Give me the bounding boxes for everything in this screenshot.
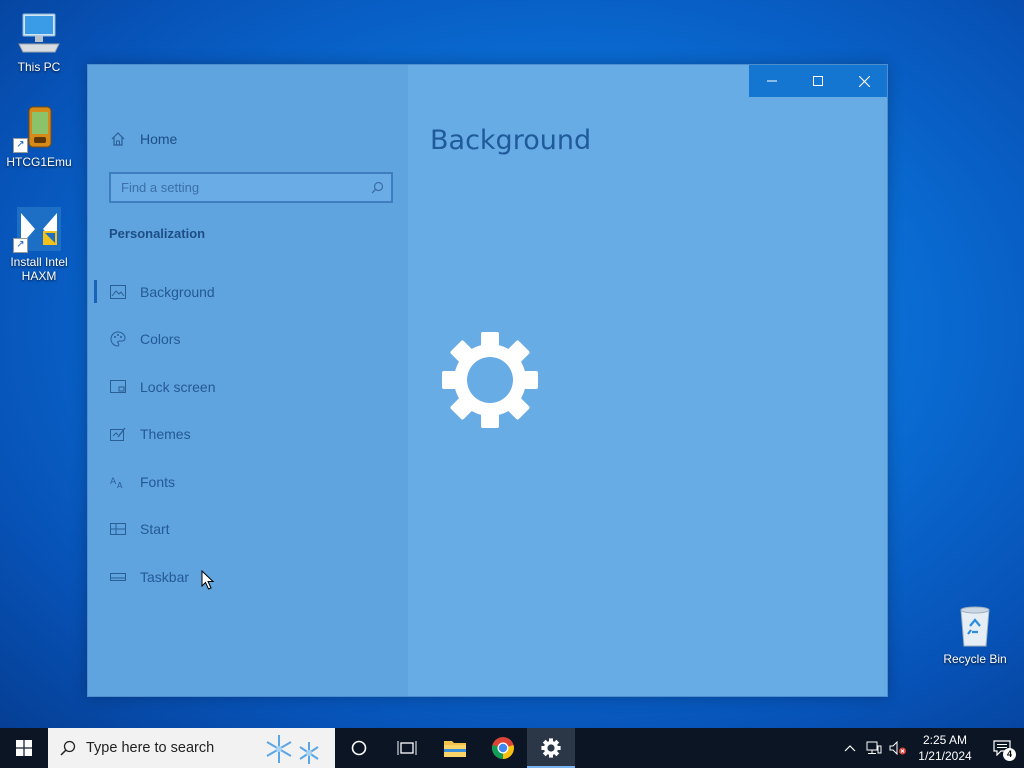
find-setting-search[interactable]: [109, 172, 393, 203]
taskbar-search-placeholder: Type here to search: [86, 740, 215, 756]
installer-icon: ↗: [13, 205, 63, 253]
nav-item-label: Start: [140, 521, 170, 538]
settings-window: Home Personalization Background: [87, 64, 888, 697]
settings-gear-icon: [541, 738, 561, 758]
desktop-icon-label: This PC: [17, 60, 61, 74]
clock-date: 1/21/2024: [918, 749, 972, 763]
window-title-controls: [749, 65, 887, 97]
find-setting-input[interactable]: [111, 179, 367, 196]
search-icon: [60, 740, 76, 756]
nav-item-label: Themes: [140, 426, 191, 443]
settings-gear-icon: [440, 330, 540, 435]
nav-item-label: Colors: [140, 331, 181, 348]
nav-item-themes[interactable]: Themes: [88, 411, 408, 459]
action-center-button[interactable]: 4: [980, 728, 1024, 768]
minimize-button[interactable]: [749, 65, 795, 97]
fonts-icon: AA: [109, 473, 127, 491]
start-button[interactable]: [0, 728, 48, 768]
desktop-icon-label: HTCG1Emu: [6, 155, 72, 169]
nav-item-label: Taskbar: [140, 568, 190, 585]
minimize-icon: [767, 80, 777, 82]
chrome-icon: [492, 737, 514, 759]
nav-item-label: Lock screen: [140, 378, 216, 395]
nav-item-colors[interactable]: Colors: [88, 316, 408, 364]
nav-item-label: Background: [140, 283, 215, 300]
windows-logo-icon: [16, 740, 32, 756]
nav-item-lock-screen[interactable]: Lock screen: [88, 363, 408, 411]
nav-item-background[interactable]: Background: [88, 268, 408, 316]
task-view-icon: [397, 741, 417, 755]
cortana-circle-icon: [351, 740, 367, 756]
phone-emulator-icon: ↗: [13, 105, 63, 153]
start-icon: [109, 520, 127, 538]
desktop-icon-label: Install Intel HAXM: [10, 255, 68, 283]
system-tray: 2:25 AM 1/21/2024 4: [838, 728, 1024, 768]
desktop-icon-label: Recycle Bin: [943, 652, 1007, 666]
svg-text:A: A: [117, 481, 123, 489]
clock-time: 2:25 AM: [922, 733, 968, 747]
settings-main-pane: Background: [408, 65, 887, 696]
svg-text:A: A: [110, 477, 117, 487]
section-title: Personalization: [109, 226, 206, 241]
desktop-icon-install-intel-haxm[interactable]: ↗ Install Intel HAXM: [1, 205, 77, 283]
nav-item-fonts[interactable]: AA Fonts: [88, 458, 408, 506]
notification-count-badge: 4: [1003, 748, 1016, 761]
shortcut-arrow-icon: ↗: [13, 238, 28, 253]
nav-item-taskbar[interactable]: Taskbar: [88, 553, 408, 601]
settings-taskbar-button[interactable]: [527, 728, 575, 768]
network-button[interactable]: [862, 728, 886, 768]
lock-screen-icon: [109, 378, 127, 396]
page-title: Background: [430, 125, 592, 156]
home-label: Home: [140, 131, 178, 147]
nav-item-start[interactable]: Start: [88, 506, 408, 554]
computer-icon: [15, 10, 63, 58]
desktop-icon-recycle-bin[interactable]: Recycle Bin: [937, 602, 1013, 666]
chrome-button[interactable]: [479, 728, 527, 768]
search-icon: [367, 181, 387, 194]
taskbar: Type here to search 2:25 AM 1/21/2024 4: [0, 728, 1024, 768]
volume-button[interactable]: [886, 728, 910, 768]
home-icon: [111, 132, 125, 146]
shortcut-arrow-icon: ↗: [13, 138, 28, 153]
volume-muted-icon: [889, 741, 906, 755]
snowflake-icon: [263, 732, 327, 768]
mouse-cursor-icon: [201, 569, 215, 596]
home-nav-item[interactable]: Home: [110, 131, 177, 147]
file-explorer-button[interactable]: [431, 728, 479, 768]
nav-item-label: Fonts: [140, 473, 176, 490]
maximize-icon: [813, 76, 823, 86]
desktop-icon-this-pc[interactable]: This PC: [1, 10, 77, 74]
maximize-button[interactable]: [795, 65, 841, 97]
settings-sidebar: Home Personalization Background: [88, 65, 408, 696]
network-icon: [866, 741, 882, 754]
show-hidden-icons-button[interactable]: [838, 728, 862, 768]
palette-icon: [109, 330, 127, 348]
desktop: This PC ↗ HTCG1Emu ↗ Install Intel HAXM: [0, 0, 1024, 728]
taskbar-search-box[interactable]: Type here to search: [48, 728, 335, 768]
picture-icon: [109, 283, 127, 301]
personalization-nav-list: Background Colors Lock screen Themes A A…: [88, 268, 408, 601]
themes-icon: [109, 425, 127, 443]
chevron-up-icon: [844, 745, 856, 752]
folder-icon: [444, 741, 466, 757]
task-view-button[interactable]: [383, 728, 431, 768]
clock[interactable]: 2:25 AM 1/21/2024: [910, 732, 980, 764]
desktop-icon-htcg1emu[interactable]: ↗ HTCG1Emu: [1, 105, 77, 169]
taskbar-icon: [109, 568, 127, 586]
close-button[interactable]: [841, 65, 887, 97]
cortana-button[interactable]: [335, 728, 383, 768]
close-icon: [858, 75, 870, 87]
recycle-bin-icon: [951, 602, 999, 650]
